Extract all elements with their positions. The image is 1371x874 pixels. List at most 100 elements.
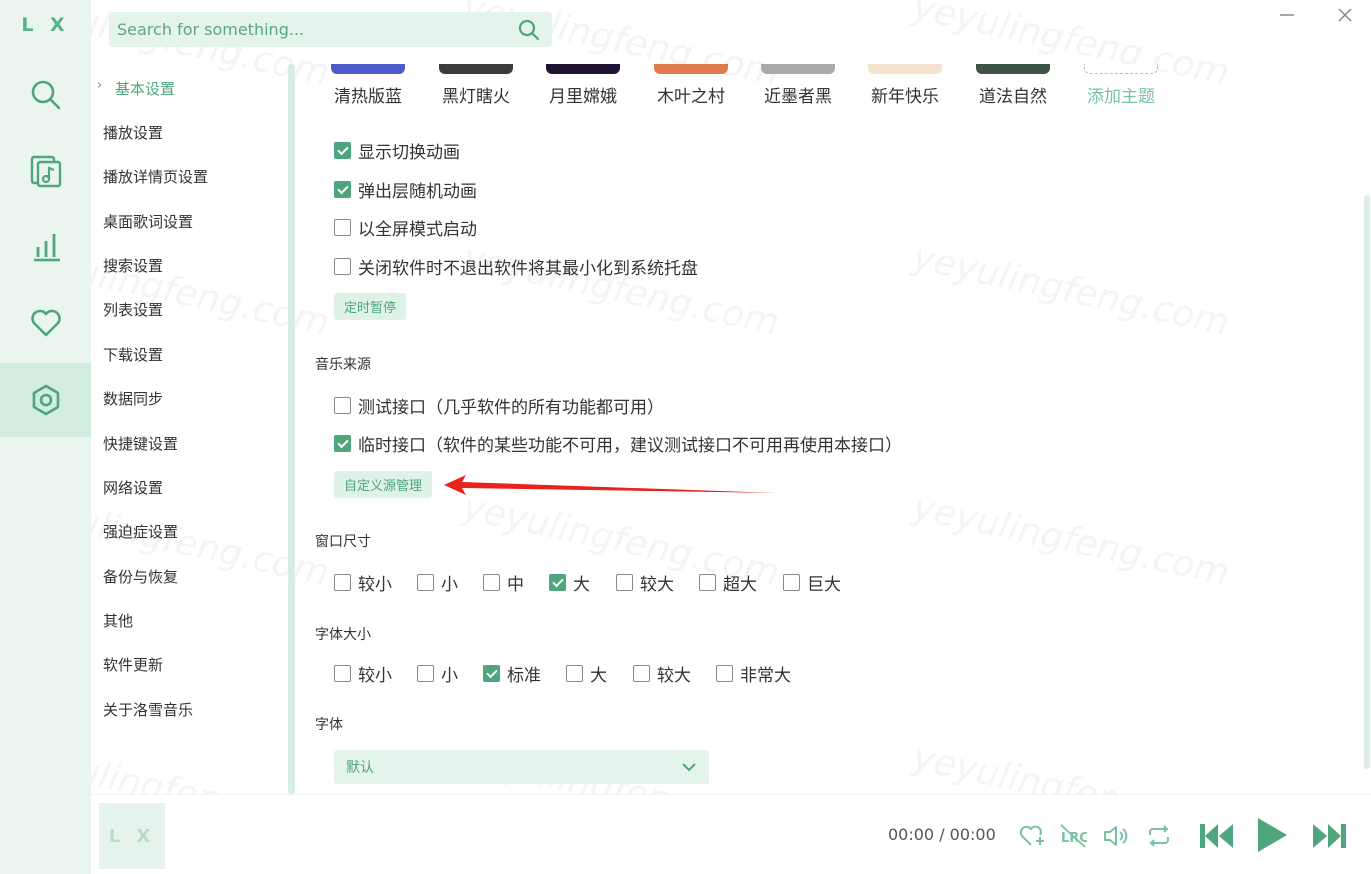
radio-font-size[interactable]: 非常大 [716, 661, 791, 686]
rail-settings[interactable] [0, 363, 91, 437]
checkbox-test-api[interactable]: 测试接口（几乎软件的所有功能都可用） [334, 393, 664, 418]
checkbox-temp-api[interactable]: 临时接口（软件的某些功能不可用，建议测试接口不可用再使用本接口） [334, 431, 902, 456]
radio-font-size[interactable]: 小 [417, 661, 458, 686]
radio-font-size[interactable]: 大 [566, 661, 607, 686]
checkbox[interactable] [549, 574, 566, 591]
theme-option[interactable]: 月里嫦娥 [538, 64, 628, 107]
checkbox[interactable] [417, 665, 434, 682]
checkbox-popup-animation[interactable]: 弹出层随机动画 [334, 177, 477, 202]
play-button[interactable] [1251, 813, 1293, 857]
theme-swatch [761, 64, 835, 74]
radio-font-size[interactable]: 较小 [334, 661, 392, 686]
nav-item-network[interactable]: 网络设置 [103, 477, 163, 498]
content-scrollbar[interactable] [1364, 195, 1370, 769]
theme-option[interactable]: 黑灯瞎火 [431, 64, 521, 107]
checkbox[interactable] [334, 181, 351, 198]
minimize-button[interactable] [1272, 2, 1302, 28]
nav-item-basic[interactable]: 基本设置 [115, 78, 175, 99]
add-theme-button[interactable]: 添加主题 [1076, 64, 1166, 107]
checkbox-switch-animation[interactable]: 显示切换动画 [334, 138, 460, 163]
nav-item-playback[interactable]: 播放设置 [103, 122, 163, 143]
nav-item-backup[interactable]: 备份与恢复 [103, 566, 178, 587]
nav-item-download[interactable]: 下载设置 [103, 344, 163, 365]
checkbox[interactable] [334, 219, 351, 236]
radio-window-size[interactable]: 超大 [699, 570, 757, 595]
checkbox[interactable] [483, 665, 500, 682]
favorite-heart-icon [30, 309, 61, 337]
checkbox[interactable] [566, 665, 583, 682]
playback-time: 00:00 / 00:00 [888, 825, 996, 844]
desktop-lyric-button[interactable]: LRC [1058, 821, 1088, 851]
checkbox[interactable] [334, 397, 351, 414]
checkbox[interactable] [633, 665, 650, 682]
lyric-icon: LRC [1060, 824, 1087, 848]
radio-font-size[interactable]: 较大 [633, 661, 691, 686]
checkbox-minimize-to-tray[interactable]: 关闭软件时不退出软件将其最小化到系统托盘 [334, 254, 698, 279]
checkbox[interactable] [783, 574, 800, 591]
nav-item-desktop-lyric[interactable]: 桌面歌词设置 [103, 211, 193, 232]
album-cover[interactable]: L X [99, 803, 165, 869]
volume-button[interactable] [1101, 821, 1131, 851]
svg-text:LRC: LRC [1061, 831, 1087, 846]
search-input[interactable] [117, 20, 516, 39]
option-label: 小 [441, 666, 458, 686]
theme-swatch [331, 64, 405, 74]
checkbox-label: 显示切换动画 [358, 143, 460, 163]
rail-favorites[interactable] [0, 286, 91, 360]
radio-window-size[interactable]: 较大 [616, 570, 674, 595]
add-to-favorite-button[interactable] [1017, 821, 1047, 851]
checkbox[interactable] [334, 142, 351, 159]
section-title-window-size: 窗口尺寸 [315, 534, 371, 550]
rail-song-list[interactable] [0, 134, 91, 208]
font-select[interactable]: 默认 [334, 750, 709, 784]
rail-leaderboard[interactable] [0, 209, 91, 283]
theme-option[interactable]: 新年快乐 [860, 64, 950, 107]
checkbox[interactable] [334, 574, 351, 591]
section-title-font-size: 字体大小 [315, 627, 371, 643]
checkbox[interactable] [699, 574, 716, 591]
close-icon [1338, 8, 1352, 22]
checkbox-fullscreen[interactable]: 以全屏模式启动 [334, 215, 477, 240]
nav-item-update[interactable]: 软件更新 [103, 654, 163, 675]
custom-source-button[interactable]: 自定义源管理 [334, 471, 433, 498]
song-list-icon [30, 155, 61, 188]
nav-item-search[interactable]: 搜索设置 [103, 255, 163, 276]
nav-item-about[interactable]: 关于洛雪音乐 [103, 699, 193, 720]
previous-button[interactable] [1196, 817, 1238, 855]
checkbox[interactable] [616, 574, 633, 591]
theme-option[interactable]: 道法自然 [968, 64, 1058, 107]
next-button[interactable] [1308, 817, 1350, 855]
theme-option[interactable]: 木叶之村 [646, 64, 736, 107]
theme-option[interactable]: 清热版蓝 [323, 64, 413, 107]
checkbox[interactable] [334, 665, 351, 682]
search-button[interactable] [516, 17, 542, 43]
checkbox[interactable] [716, 665, 733, 682]
radio-window-size[interactable]: 小 [417, 570, 458, 595]
checkbox[interactable] [334, 435, 351, 452]
radio-window-size[interactable]: 中 [483, 570, 524, 595]
repeat-mode-button[interactable] [1144, 821, 1174, 851]
checkbox[interactable] [483, 574, 500, 591]
option-label: 中 [507, 575, 524, 595]
radio-font-size[interactable]: 标准 [483, 661, 541, 686]
theme-option[interactable]: 近墨者黑 [753, 64, 843, 107]
radio-window-size[interactable]: 较小 [334, 570, 392, 595]
radio-window-size[interactable]: 大 [549, 570, 590, 595]
radio-window-size[interactable]: 巨大 [783, 570, 841, 595]
checkbox-label: 测试接口（几乎软件的所有功能都可用） [358, 398, 664, 418]
rail-search[interactable] [0, 58, 91, 132]
nav-item-play-detail[interactable]: 播放详情页设置 [103, 166, 208, 187]
nav-item-list[interactable]: 列表设置 [103, 299, 163, 320]
previous-icon [1200, 824, 1233, 848]
nav-item-ocd[interactable]: 强迫症设置 [103, 521, 178, 542]
timer-pause-button[interactable]: 定时暂停 [334, 293, 407, 320]
section-title-source: 音乐来源 [315, 357, 371, 373]
nav-scrollbar[interactable] [288, 64, 295, 794]
close-button[interactable] [1330, 2, 1360, 28]
nav-item-hotkey[interactable]: 快捷键设置 [103, 433, 178, 454]
leaderboard-icon [33, 234, 60, 262]
nav-item-sync[interactable]: 数据同步 [103, 388, 163, 409]
checkbox[interactable] [417, 574, 434, 591]
nav-item-other[interactable]: 其他 [103, 610, 133, 631]
checkbox[interactable] [334, 258, 351, 275]
